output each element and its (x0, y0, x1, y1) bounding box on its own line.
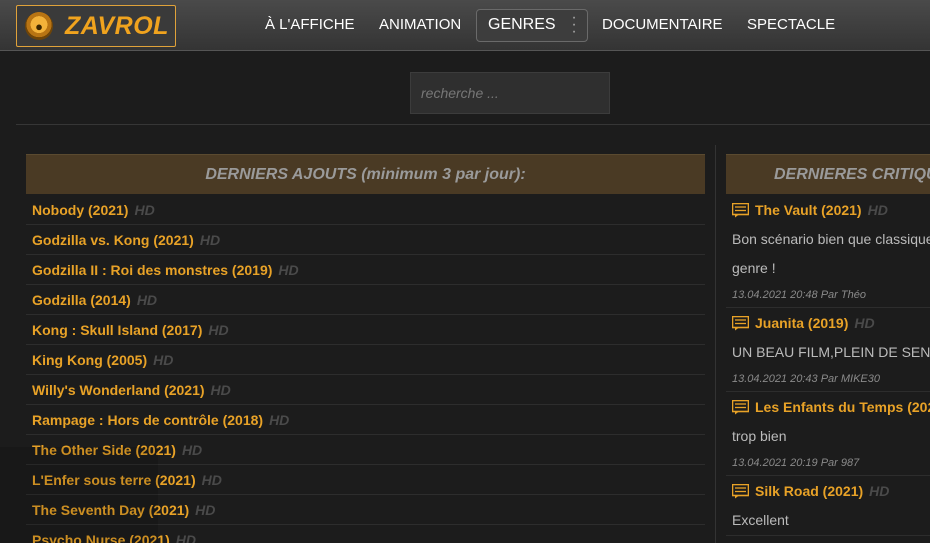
hd-badge: HD (854, 315, 875, 331)
movie-title[interactable]: L'Enfer sous terre (2021) (32, 472, 196, 488)
logo-text: ZAVROL (65, 11, 169, 40)
hd-badge: HD (136, 291, 158, 308)
site-logo[interactable]: ● ZAVROL (16, 5, 176, 47)
list-item[interactable]: The Other Side (2021) HD (26, 435, 705, 465)
hd-badge: HD (278, 261, 299, 278)
hd-badge: HD (134, 201, 155, 218)
review-meta: 13.04.2021 20:48 Par Théo (732, 289, 866, 301)
movie-title[interactable]: Rampage : Hors de contrôle (2018) (32, 412, 263, 428)
list-item[interactable]: The Seventh Day (2021) HD (26, 495, 705, 525)
top-navbar: ● ZAVROL À L'AFFICHE ANIMATION GENRES · ·… (0, 0, 930, 51)
hd-badge: HD (199, 231, 221, 248)
search-box (410, 72, 610, 114)
more-vertical-icon: · · · (571, 9, 577, 40)
movie-title[interactable]: Godzilla (2014) (32, 292, 131, 308)
comment-icon (731, 315, 750, 331)
movie-title[interactable]: Kong : Skull Island (2017) (32, 322, 202, 338)
review-item: Juanita (2019) HD UN BEAU FILM,PLEIN DE … (726, 308, 930, 392)
movie-title[interactable]: King Kong (2005) (32, 352, 147, 368)
review-text: Bon scénario bien que classique genre ! (732, 231, 930, 276)
list-item[interactable]: Psycho Nurse (2021) HD (26, 525, 705, 543)
list-item[interactable]: King Kong (2005) HD (26, 345, 705, 375)
latest-additions-heading: DERNIERS AJOUTS (minimum 3 par jour): (26, 154, 705, 194)
nav-link-spectacle[interactable]: SPECTACLE (747, 16, 835, 33)
review-item: Silk Road (2021) HD Excellent (726, 476, 930, 536)
review-meta: 13.04.2021 20:43 Par MIKE30 (732, 373, 880, 385)
column-divider (715, 145, 716, 543)
list-item[interactable]: Willy's Wonderland (2021) HD (26, 375, 705, 405)
latest-reviews-list: The Vault (2021) HD Bon scénario bien qu… (726, 195, 930, 536)
movie-title[interactable]: The Seventh Day (2021) (32, 502, 189, 518)
comment-icon (731, 202, 750, 218)
latest-reviews-heading: DERNIERES CRITIQUES (726, 154, 930, 194)
review-movie-title[interactable]: Juanita (2019) (755, 315, 848, 331)
comment-icon (731, 483, 750, 499)
movie-title[interactable]: Godzilla vs. Kong (2021) (32, 232, 194, 248)
movie-title[interactable]: Godzilla II : Roi des monstres (2019) (32, 262, 272, 278)
list-item[interactable]: Rampage : Hors de contrôle (2018) HD (26, 405, 705, 435)
review-text: UN BEAU FILM,PLEIN DE SENS (732, 344, 930, 360)
review-meta: 13.04.2021 20:19 Par 987 (732, 457, 860, 469)
genres-dropdown-button[interactable]: GENRES · · · (476, 9, 588, 42)
movie-title[interactable]: Nobody (2021) (32, 202, 128, 218)
hd-badge: HD (175, 531, 196, 543)
movie-title[interactable]: Willy's Wonderland (2021) (32, 382, 205, 398)
movie-title[interactable]: The Other Side (2021) (32, 442, 176, 458)
lion-icon: ● (25, 12, 53, 40)
hd-badge: HD (201, 471, 222, 488)
review-movie-title[interactable]: Silk Road (2021) (755, 483, 863, 499)
review-text: trop bien (732, 428, 787, 444)
list-item[interactable]: L'Enfer sous terre (2021) HD (26, 465, 705, 495)
review-item: The Vault (2021) HD Bon scénario bien qu… (726, 195, 930, 308)
nav-link-affiche[interactable]: À L'AFFICHE (265, 16, 355, 33)
hd-badge: HD (208, 321, 229, 338)
genres-label: GENRES (488, 16, 556, 33)
hd-badge: HD (153, 351, 174, 368)
comment-icon (731, 399, 750, 415)
hd-badge: HD (195, 501, 216, 518)
hd-badge: HD (210, 381, 231, 398)
list-item[interactable]: Kong : Skull Island (2017) HD (26, 315, 705, 345)
nav-link-animation[interactable]: ANIMATION (379, 16, 461, 33)
hd-badge: HD (181, 441, 203, 458)
movie-title[interactable]: Psycho Nurse (2021) (32, 532, 170, 543)
list-item[interactable]: Godzilla vs. Kong (2021) HD (26, 225, 705, 255)
hd-badge: HD (867, 202, 888, 218)
review-text: Excellent (732, 512, 789, 528)
nav-link-documentaire[interactable]: DOCUMENTAIRE (602, 16, 723, 33)
divider (16, 124, 930, 125)
review-item: Les Enfants du Temps (2020) trop bien 13… (726, 392, 930, 476)
hd-badge: HD (269, 411, 290, 428)
review-movie-title[interactable]: The Vault (2021) (755, 202, 862, 218)
list-item[interactable]: Godzilla II : Roi des monstres (2019) HD (26, 255, 705, 285)
review-movie-title[interactable]: Les Enfants du Temps (2020) (755, 399, 930, 415)
hd-badge: HD (869, 483, 890, 499)
list-item[interactable]: Godzilla (2014) HD (26, 285, 705, 315)
search-input[interactable] (411, 73, 609, 113)
list-item[interactable]: Nobody (2021) HD (26, 195, 705, 225)
latest-additions-list: Nobody (2021) HD Godzilla vs. Kong (2021)… (26, 195, 705, 543)
